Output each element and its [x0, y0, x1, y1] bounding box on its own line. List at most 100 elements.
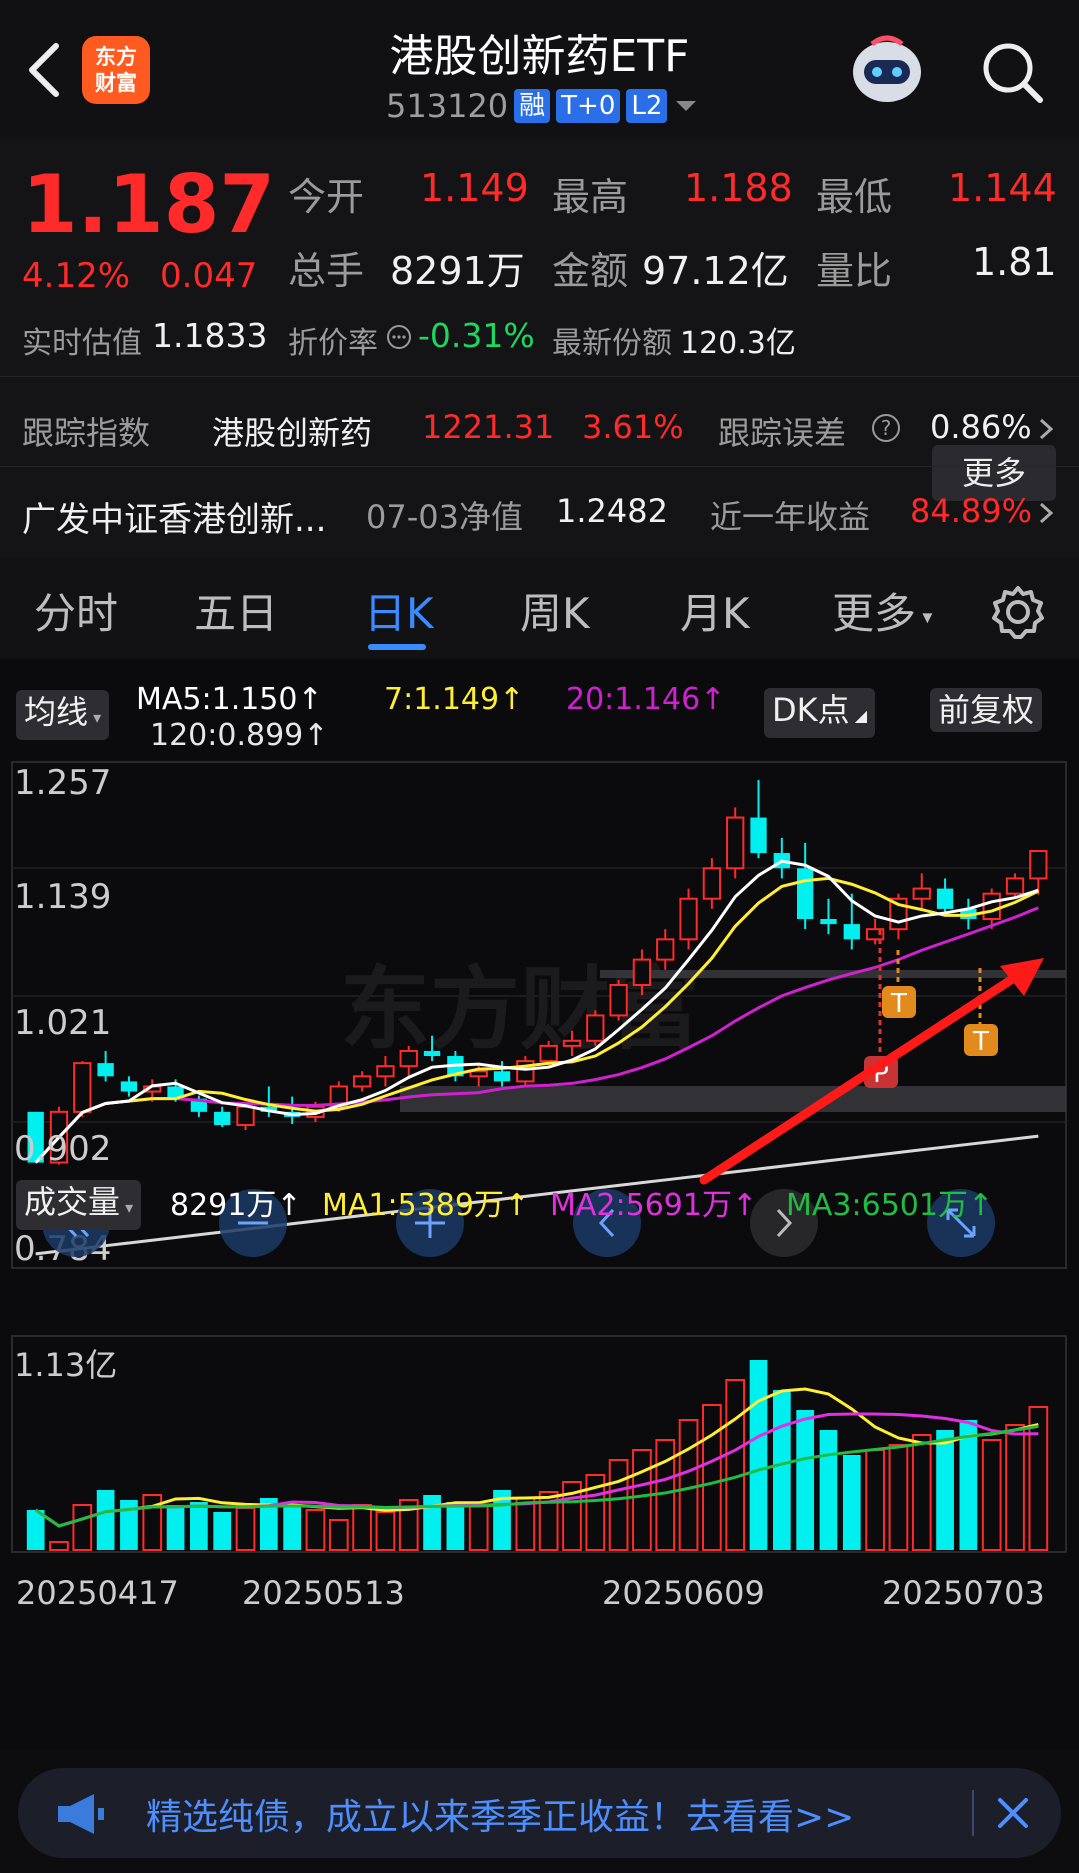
- volume-bar[interactable]: [981, 1439, 1002, 1551]
- candle[interactable]: [516, 1056, 535, 1087]
- date-tick: 20250417: [16, 1574, 179, 1612]
- volume-bar[interactable]: [49, 1541, 69, 1551]
- security-code: 513120: [386, 87, 509, 125]
- volume-bar[interactable]: [190, 1502, 208, 1550]
- candle[interactable]: [493, 1061, 511, 1087]
- volume-bar[interactable]: [702, 1404, 722, 1551]
- volume-bar[interactable]: [725, 1379, 746, 1551]
- volume-bar[interactable]: [283, 1505, 302, 1550]
- candle[interactable]: [97, 1050, 114, 1082]
- volume-bar[interactable]: [819, 1430, 838, 1550]
- kline-svg[interactable]: 东方财富 1.257 1.139 1.021 0.902 0.784 T P T: [0, 760, 1079, 1760]
- candle[interactable]: [73, 1061, 92, 1117]
- chevron-right-icon[interactable]: [1036, 416, 1056, 442]
- chevron-right-icon[interactable]: [1036, 500, 1056, 526]
- volume-bar[interactable]: [1005, 1424, 1025, 1551]
- volume-bar[interactable]: [632, 1449, 652, 1551]
- price-tick: 1.139: [14, 877, 111, 917]
- date-tick: 20250513: [242, 1574, 405, 1612]
- volume-bar[interactable]: [305, 1509, 326, 1551]
- volume-bar[interactable]: [888, 1444, 909, 1551]
- open-label: 今开: [288, 175, 365, 219]
- volume-bar[interactable]: [959, 1420, 978, 1550]
- candle[interactable]: [214, 1106, 231, 1128]
- candle[interactable]: [702, 858, 722, 909]
- volume-bar[interactable]: [468, 1504, 489, 1551]
- volume-bar[interactable]: [515, 1497, 536, 1551]
- help-icon[interactable]: ?: [870, 412, 902, 444]
- date-tick: 20250703: [882, 1574, 1045, 1612]
- candle[interactable]: [820, 898, 837, 935]
- volume-bar[interactable]: [213, 1512, 232, 1550]
- volume-bar[interactable]: [446, 1502, 465, 1550]
- candle[interactable]: [399, 1045, 418, 1077]
- promo-banner[interactable]: 精选纯债，成立以来季季正收益！去看看>>: [18, 1768, 1061, 1858]
- t0-tag: T+0: [556, 89, 621, 123]
- volume-bar[interactable]: [608, 1459, 629, 1551]
- candle[interactable]: [912, 873, 931, 909]
- tab-weekly-k[interactable]: 周K: [520, 580, 590, 641]
- candle[interactable]: [796, 842, 814, 930]
- tracking-error-value: 0.86%: [930, 408, 1032, 446]
- volume-bar[interactable]: [423, 1495, 441, 1550]
- index-name[interactable]: 港股创新药: [212, 408, 372, 454]
- premium-label: 折价率: [288, 326, 378, 361]
- security-code-row[interactable]: 513120 融 T+0 L2: [386, 86, 699, 126]
- volume-ma2: MA2:5691万↑: [550, 1188, 758, 1223]
- tab-daily-k[interactable]: 日K: [364, 580, 434, 641]
- adjust-button[interactable]: 前复权: [930, 688, 1043, 732]
- tab-more[interactable]: 更多 ▾: [832, 580, 932, 641]
- volume-ma3-line: [34, 1424, 1039, 1528]
- margin-tag: 融: [514, 89, 551, 123]
- vol-ratio-label: 量比: [816, 249, 893, 293]
- volume-bar[interactable]: [749, 1360, 768, 1550]
- candle[interactable]: [750, 780, 767, 859]
- change-pct: 4.12%: [22, 256, 131, 296]
- volume-bar[interactable]: [352, 1504, 372, 1551]
- volume-bar[interactable]: [328, 1519, 349, 1551]
- year-return-label: 近一年收益: [710, 498, 871, 536]
- tab-intraday[interactable]: 分时: [34, 580, 118, 641]
- search-button[interactable]: [978, 38, 1048, 108]
- volume-selector[interactable]: 成交量 ▾: [16, 1180, 142, 1230]
- volume-label: 总手: [288, 249, 365, 293]
- trade-marker-t[interactable]: T: [882, 950, 916, 1019]
- l2-tag: L2: [626, 89, 668, 123]
- candle[interactable]: [352, 1071, 372, 1092]
- candle[interactable]: [936, 878, 954, 914]
- volume-bar[interactable]: [96, 1490, 115, 1550]
- volume-bar[interactable]: [772, 1390, 791, 1550]
- volume-bar[interactable]: [72, 1504, 93, 1551]
- candle[interactable]: [586, 1010, 605, 1046]
- candle[interactable]: [679, 888, 698, 950]
- info-dots-icon[interactable]: [386, 324, 412, 350]
- tab-five-day[interactable]: 五日: [194, 580, 278, 641]
- candle[interactable]: [773, 837, 791, 879]
- tab-monthly-k[interactable]: 月K: [680, 580, 750, 641]
- candle[interactable]: [726, 807, 745, 879]
- volume-bar[interactable]: [796, 1410, 815, 1550]
- candle[interactable]: [1029, 850, 1048, 895]
- volume-bar[interactable]: [375, 1511, 396, 1551]
- index-value: 1221.31: [422, 408, 555, 446]
- volume-bar[interactable]: [936, 1430, 954, 1550]
- volume-bar[interactable]: [678, 1419, 699, 1551]
- settings-gear-icon[interactable]: [990, 584, 1046, 640]
- candle[interactable]: [609, 979, 628, 1021]
- volume-bar[interactable]: [842, 1455, 861, 1550]
- premium-value: -0.31%: [418, 316, 535, 355]
- candle[interactable]: [120, 1076, 138, 1097]
- banner-text: 精选纯债，成立以来季季正收益！去看看>>: [146, 1797, 855, 1838]
- dk-point-button[interactable]: DK点 ◢: [764, 688, 876, 738]
- volume-ma2-line: [34, 1412, 1039, 1528]
- high-value: 1.188: [684, 166, 793, 210]
- assistant-robot-icon[interactable]: [842, 30, 932, 110]
- volume-bar[interactable]: [166, 1505, 185, 1550]
- volume-bar[interactable]: [865, 1449, 885, 1551]
- close-icon[interactable]: [990, 1790, 1036, 1836]
- ma-selector[interactable]: 均线 ▾: [16, 690, 110, 740]
- fund-name[interactable]: 广发中证香港创新...: [22, 492, 326, 541]
- active-tab-indicator: [368, 644, 426, 650]
- volume-bar[interactable]: [235, 1507, 256, 1551]
- volume-bar[interactable]: [911, 1434, 932, 1551]
